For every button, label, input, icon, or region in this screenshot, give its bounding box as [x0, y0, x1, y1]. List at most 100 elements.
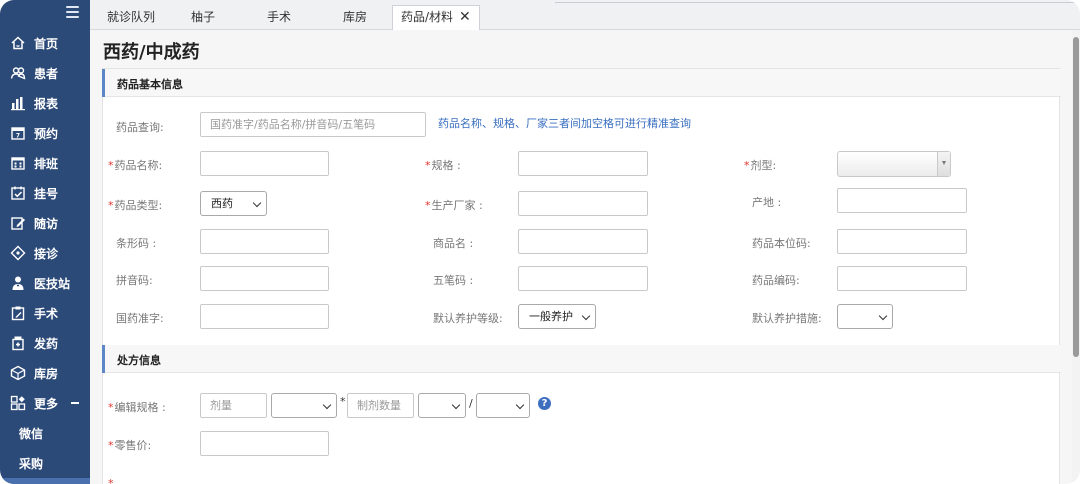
tab-drugs-materials[interactable]: 药品/材料 ✕ [392, 5, 480, 30]
dose-field[interactable]: 剂量 [200, 393, 267, 418]
maintenance-level-select[interactable]: 一般养护 [518, 304, 596, 329]
package-unit-select[interactable] [476, 393, 530, 418]
medicine-box-icon [10, 335, 26, 351]
prep-unit-select[interactable] [418, 393, 466, 418]
approval-field[interactable] [200, 304, 329, 329]
section-title: 处方信息 [117, 354, 161, 367]
maintenance-measure-select[interactable] [837, 304, 893, 329]
query-label: 药品查询: [116, 121, 164, 134]
sidebar: 首页 患者 报表 7 预约 排班 挂号 随访 接诊 医技站 手术 发药 库房 更… [0, 0, 90, 484]
prep-quantity-field[interactable]: 制剂数量 [347, 393, 414, 418]
required-marker: * [425, 199, 431, 212]
sidebar-item-label: 预约 [34, 126, 59, 141]
form-panel: 药品基本信息 药品查询: 国药准字/药品名称/拼音码/五笔码 药品名称、规格、厂… [102, 68, 1061, 484]
edit-spec-label: *编辑规格 : [108, 399, 166, 415]
barcode-field[interactable] [200, 229, 329, 254]
scrollbar[interactable] [1072, 30, 1080, 484]
collapse-icon[interactable] [71, 402, 79, 404]
manufacturer-label-text: 生产厂家 : [431, 199, 483, 212]
page-title: 西药/中成药 [103, 42, 200, 63]
dosage-form-label-text: 剂型: [750, 159, 777, 172]
sidebar-subitem-purchase[interactable]: 采购 [0, 448, 90, 478]
sidebar-item-warehouse[interactable]: 库房 [0, 358, 90, 388]
tab-bar: 就诊队列 柚子 手术 库房 药品/材料 ✕ [90, 0, 1080, 30]
dosage-form-label: *剂型: [744, 157, 776, 173]
required-marker: * [108, 439, 114, 452]
drug-type-label-text: 药品类型: [114, 199, 163, 212]
bar-chart-icon [10, 95, 26, 111]
sidebar-item-registration[interactable]: 挂号 [0, 178, 90, 208]
section-accent [102, 345, 105, 373]
drug-search-input[interactable]: 国药准字/药品名称/拼音码/五笔码 [200, 112, 426, 137]
chevron-down-icon [878, 311, 888, 321]
drug-type-select[interactable]: 西药 [200, 191, 267, 216]
svg-text:7: 7 [16, 133, 20, 140]
origin-field[interactable] [837, 188, 967, 213]
sidebar-item-surgery[interactable]: 手术 [0, 298, 90, 328]
tab-surgery[interactable]: 手术 [267, 7, 291, 30]
sidebar-item-label: 随访 [34, 216, 59, 231]
sidebar-item-label: 医技站 [34, 276, 71, 291]
search-hint: 药品名称、规格、厂家三者间加空格可进行精准查询 [438, 117, 691, 130]
section-header-prescription: 处方信息 [102, 345, 1061, 373]
sidebar-item-more[interactable]: 更多 [0, 388, 90, 418]
sidebar-item-dispensing[interactable]: 发药 [0, 328, 90, 358]
sidebar-item-followup[interactable]: 随访 [0, 208, 90, 238]
tab-warehouse[interactable]: 库房 [343, 7, 367, 30]
tab-youzi[interactable]: 柚子 [191, 7, 215, 30]
trade-name-field[interactable] [518, 229, 648, 254]
sidebar-item-label: 首页 [34, 36, 59, 51]
chevron-down-icon [451, 400, 461, 410]
sidebar-item-label: 手术 [34, 306, 59, 321]
sidebar-item-consultation[interactable]: 接诊 [0, 238, 90, 268]
sidebar-item-home[interactable]: 首页 [0, 28, 90, 58]
drug-name-field[interactable] [200, 151, 329, 176]
dose-unit-select[interactable] [271, 393, 337, 418]
menu-toggle-icon[interactable] [66, 6, 79, 18]
dosage-form-select[interactable] [837, 151, 951, 177]
compass-icon [10, 245, 26, 261]
retail-price-field[interactable] [200, 431, 329, 456]
sidebar-item-medtech[interactable]: 医技站 [0, 268, 90, 298]
required-marker: * [108, 199, 114, 212]
calendar-day-icon: 7 [10, 125, 26, 141]
maintenance-measure-label: 默认养护措施: [752, 312, 822, 325]
drug-name-label-text: 药品名称: [114, 159, 163, 172]
sidebar-item-reports[interactable]: 报表 [0, 88, 90, 118]
drug-code-field[interactable] [837, 266, 967, 291]
required-marker: * [108, 159, 114, 172]
sidebar-item-scheduling[interactable]: 排班 [0, 148, 90, 178]
slash-symbol: / [469, 397, 473, 410]
sidebar-item-appointments[interactable]: 7 预约 [0, 118, 90, 148]
spec-label: *规格 : [425, 157, 461, 173]
wubi-label: 五笔码 : [433, 274, 474, 287]
pinyin-field[interactable] [200, 266, 329, 291]
chevron-down-icon [581, 311, 591, 321]
maintenance-level-label: 默认养护等级: [433, 312, 503, 325]
spec-field[interactable] [518, 151, 648, 176]
tab-label: 药品/材料 [401, 10, 454, 24]
app-window: 首页 患者 报表 7 预约 排班 挂号 随访 接诊 医技站 手术 发药 库房 更… [0, 0, 1080, 484]
wubi-field[interactable] [518, 266, 648, 291]
sidebar-item-label: 库房 [34, 366, 59, 381]
help-icon[interactable]: ? [538, 397, 551, 410]
drug-code-label: 药品编码: [752, 274, 800, 287]
manufacturer-field[interactable] [518, 191, 648, 216]
sidebar-subitem-wechat[interactable]: 微信 [0, 418, 90, 448]
approval-label: 国药准字: [116, 312, 164, 325]
internal-code-field[interactable] [837, 229, 967, 254]
apps-icon [10, 395, 26, 411]
section-title: 药品基本信息 [117, 78, 183, 91]
close-icon[interactable]: ✕ [459, 6, 471, 28]
sidebar-item-label: 更多 [34, 396, 59, 411]
sidebar-item-label: 排班 [34, 156, 59, 171]
next-row-required-marker: * [108, 477, 115, 484]
dropdown-button[interactable] [937, 152, 950, 176]
tab-queue[interactable]: 就诊队列 [107, 7, 155, 30]
scrollbar-thumb[interactable] [1073, 37, 1079, 357]
sidebar-item-label: 患者 [34, 66, 59, 81]
users-icon [10, 65, 26, 81]
origin-label: 产地 : [752, 196, 782, 209]
sidebar-item-label: 发药 [34, 336, 59, 351]
sidebar-item-patients[interactable]: 患者 [0, 58, 90, 88]
